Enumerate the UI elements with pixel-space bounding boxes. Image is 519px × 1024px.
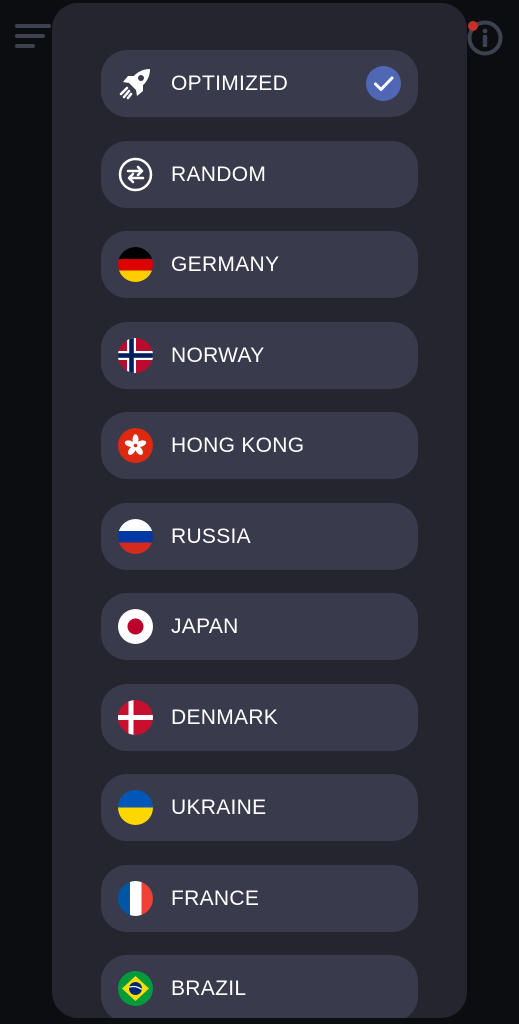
server-label: GERMANY [171, 253, 280, 276]
server-item-optimized[interactable]: OPTIMIZED [101, 50, 418, 117]
shuffle-icon [118, 157, 153, 192]
server-item-japan[interactable]: JAPAN [101, 593, 418, 660]
server-label: RUSSIA [171, 525, 251, 548]
japan-flag-icon [118, 609, 153, 644]
brazil-flag-icon [118, 971, 153, 1006]
server-label: JAPAN [171, 615, 239, 638]
server-item-norway[interactable]: NORWAY [101, 322, 418, 389]
hamburger-menu-icon[interactable] [15, 24, 53, 52]
screen: OPTIMIZED RANDOM GERMANY NORWAY HONG KON… [0, 0, 519, 1024]
server-item-germany[interactable]: GERMANY [101, 231, 418, 298]
server-label: DENMARK [171, 706, 279, 729]
server-list-panel: OPTIMIZED RANDOM GERMANY NORWAY HONG KON… [52, 3, 467, 1018]
notification-dot [468, 21, 478, 31]
server-label: RANDOM [171, 163, 267, 186]
server-item-random[interactable]: RANDOM [101, 141, 418, 208]
russia-flag-icon [118, 519, 153, 554]
france-flag-icon [118, 881, 153, 916]
server-label: UKRAINE [171, 796, 267, 819]
hong-kong-flag-icon [118, 428, 153, 463]
server-item-brazil[interactable]: BRAZIL [101, 955, 418, 1018]
server-label: FRANCE [171, 887, 260, 910]
server-label: HONG KONG [171, 434, 305, 457]
server-item-hong-kong[interactable]: HONG KONG [101, 412, 418, 479]
server-item-ukraine[interactable]: UKRAINE [101, 774, 418, 841]
rocket-icon [118, 66, 153, 101]
server-item-russia[interactable]: RUSSIA [101, 503, 418, 570]
norway-flag-icon [118, 338, 153, 373]
checkmark-icon [366, 66, 401, 101]
server-label: BRAZIL [171, 977, 247, 1000]
server-item-france[interactable]: FRANCE [101, 865, 418, 932]
ukraine-flag-icon [118, 790, 153, 825]
server-label: OPTIMIZED [171, 72, 289, 95]
germany-flag-icon [118, 247, 153, 282]
denmark-flag-icon [118, 700, 153, 735]
server-item-denmark[interactable]: DENMARK [101, 684, 418, 751]
server-label: NORWAY [171, 344, 265, 367]
